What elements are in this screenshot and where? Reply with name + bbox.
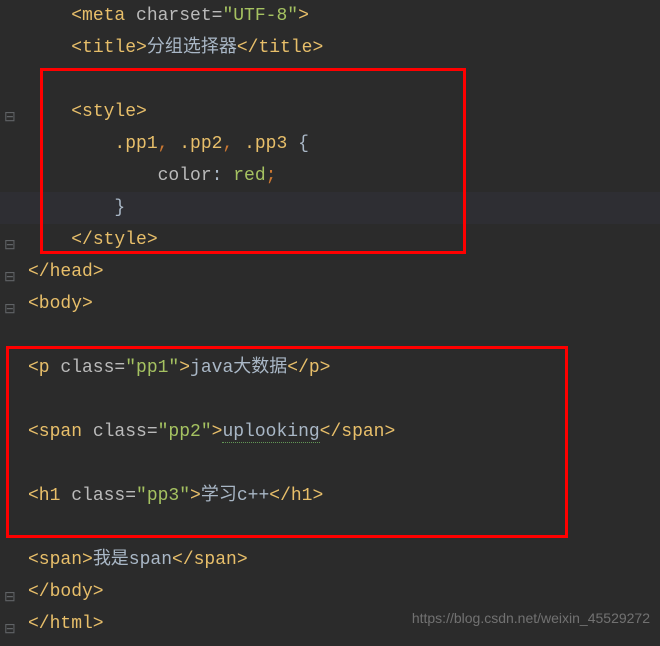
css-selector: .pp1 bbox=[114, 134, 157, 154]
fold-minus-icon[interactable] bbox=[6, 586, 18, 598]
code-line: <style> bbox=[0, 96, 660, 128]
tag: <body> bbox=[28, 294, 93, 314]
code-line: color: red; bbox=[0, 160, 660, 192]
code-line bbox=[0, 384, 660, 416]
tag: </style> bbox=[71, 230, 157, 250]
code-line: <body> bbox=[0, 288, 660, 320]
fold-gutter[interactable] bbox=[0, 96, 24, 128]
comma: , bbox=[222, 134, 233, 154]
attr-value: "pp3" bbox=[136, 486, 190, 506]
code-line: <p class="pp1">java大数据</p> bbox=[0, 352, 660, 384]
fold-minus-icon[interactable] bbox=[6, 298, 18, 310]
tag: </h1> bbox=[269, 486, 323, 506]
tag: > bbox=[190, 486, 201, 506]
tag: > bbox=[179, 358, 190, 378]
attr: class= bbox=[93, 422, 158, 442]
code-line: </style> bbox=[0, 224, 660, 256]
colon: : bbox=[212, 166, 234, 186]
code-line: .pp1, .pp2, .pp3 { bbox=[0, 128, 660, 160]
text-content: 我是span bbox=[93, 550, 172, 570]
fold-gutter[interactable] bbox=[0, 256, 24, 288]
tag: </span> bbox=[320, 422, 396, 442]
code-line: <meta charset="UTF-8"> bbox=[0, 0, 660, 32]
text-content: uplooking bbox=[222, 422, 319, 443]
brace: } bbox=[114, 198, 125, 218]
semicolon: ; bbox=[266, 166, 277, 186]
code-line: </body> bbox=[0, 576, 660, 608]
fold-gutter[interactable] bbox=[0, 608, 24, 640]
tag: </title> bbox=[237, 38, 323, 58]
attr: class= bbox=[71, 486, 136, 506]
tag: <title> bbox=[71, 38, 147, 58]
fold-gutter[interactable] bbox=[0, 576, 24, 608]
code-line: <h1 class="pp3">学习c++</h1> bbox=[0, 480, 660, 512]
tag: </body> bbox=[28, 582, 104, 602]
code-line: <span>我是span</span> bbox=[0, 544, 660, 576]
code-line bbox=[0, 320, 660, 352]
tag: </head> bbox=[28, 262, 104, 282]
tag: > bbox=[212, 422, 223, 442]
tag: <span bbox=[28, 422, 93, 442]
watermark: https://blog.csdn.net/weixin_45529272 bbox=[412, 610, 650, 626]
attr-value: "UTF-8" bbox=[222, 6, 298, 26]
code-line bbox=[0, 512, 660, 544]
brace: { bbox=[298, 134, 309, 154]
attr: class= bbox=[60, 358, 125, 378]
fold-minus-icon[interactable] bbox=[6, 618, 18, 630]
css-selector: .pp2 bbox=[168, 134, 222, 154]
tag: <p bbox=[28, 358, 60, 378]
code-line bbox=[0, 64, 660, 96]
attr-value: "pp1" bbox=[125, 358, 179, 378]
attr: charset= bbox=[136, 6, 222, 26]
code-line: <title>分组选择器</title> bbox=[0, 32, 660, 64]
css-prop: color bbox=[158, 166, 212, 186]
text-content: java大数据 bbox=[190, 358, 287, 378]
fold-minus-icon[interactable] bbox=[6, 234, 18, 246]
fold-minus-icon[interactable] bbox=[6, 106, 18, 118]
css-value: red bbox=[233, 166, 265, 186]
tag: </span> bbox=[172, 550, 248, 570]
text-content: 学习c++ bbox=[201, 486, 269, 506]
code-editor[interactable]: <meta charset="UTF-8"> <title>分组选择器</tit… bbox=[0, 0, 660, 640]
text-content: 分组选择器 bbox=[147, 38, 237, 58]
tag: <meta bbox=[71, 6, 136, 26]
tag: <span> bbox=[28, 550, 93, 570]
tag: <h1 bbox=[28, 486, 71, 506]
comma: , bbox=[158, 134, 169, 154]
tag: </html> bbox=[28, 614, 104, 634]
tag-close: > bbox=[298, 6, 309, 26]
tag: </p> bbox=[287, 358, 330, 378]
code-line: </head> bbox=[0, 256, 660, 288]
css-selector: .pp3 bbox=[233, 134, 298, 154]
code-line: <span class="pp2">uplooking</span> bbox=[0, 416, 660, 448]
code-line: } bbox=[0, 192, 660, 224]
attr-value: "pp2" bbox=[158, 422, 212, 442]
tag: <style> bbox=[71, 102, 147, 122]
fold-gutter[interactable] bbox=[0, 288, 24, 320]
fold-minus-icon[interactable] bbox=[6, 266, 18, 278]
code-line bbox=[0, 448, 660, 480]
fold-gutter[interactable] bbox=[0, 224, 24, 256]
